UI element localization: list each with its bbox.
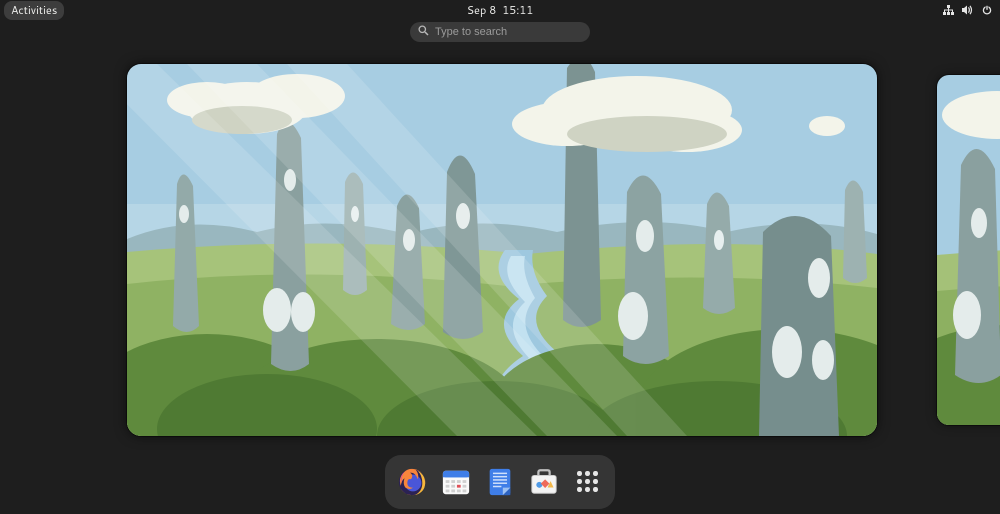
apps-grid-icon (577, 471, 599, 493)
search-input[interactable] (435, 26, 582, 38)
activities-label: Activities (11, 2, 57, 18)
overview-search[interactable] (410, 22, 590, 42)
dash (385, 455, 615, 509)
dock-app-software[interactable] (529, 467, 559, 497)
power-icon (982, 5, 992, 15)
dock-app-calendar[interactable] (441, 467, 471, 497)
workspace-current[interactable] (127, 64, 877, 436)
clock-date: Sep 8 (467, 2, 497, 18)
system-status-area[interactable] (943, 5, 996, 15)
files-icon (485, 467, 515, 497)
top-bar: Activities Sep 8 15:11 (0, 0, 1000, 20)
workspace-next[interactable] (937, 75, 1000, 425)
volume-icon (962, 5, 974, 15)
software-icon (529, 467, 559, 497)
dock-app-firefox[interactable] (397, 467, 427, 497)
firefox-icon (397, 467, 427, 497)
wallpaper-image (937, 75, 1000, 425)
workspace-switcher (0, 64, 1000, 436)
activities-button[interactable]: Activities (4, 1, 64, 20)
wallpaper-image (127, 64, 877, 436)
clock-button[interactable]: Sep 8 15:11 (467, 2, 534, 18)
show-applications-button[interactable] (573, 467, 603, 497)
search-icon (418, 24, 429, 40)
dock-app-files[interactable] (485, 467, 515, 497)
network-icon (943, 5, 954, 15)
calendar-icon (441, 467, 471, 497)
clock-time: 15:11 (502, 2, 533, 18)
